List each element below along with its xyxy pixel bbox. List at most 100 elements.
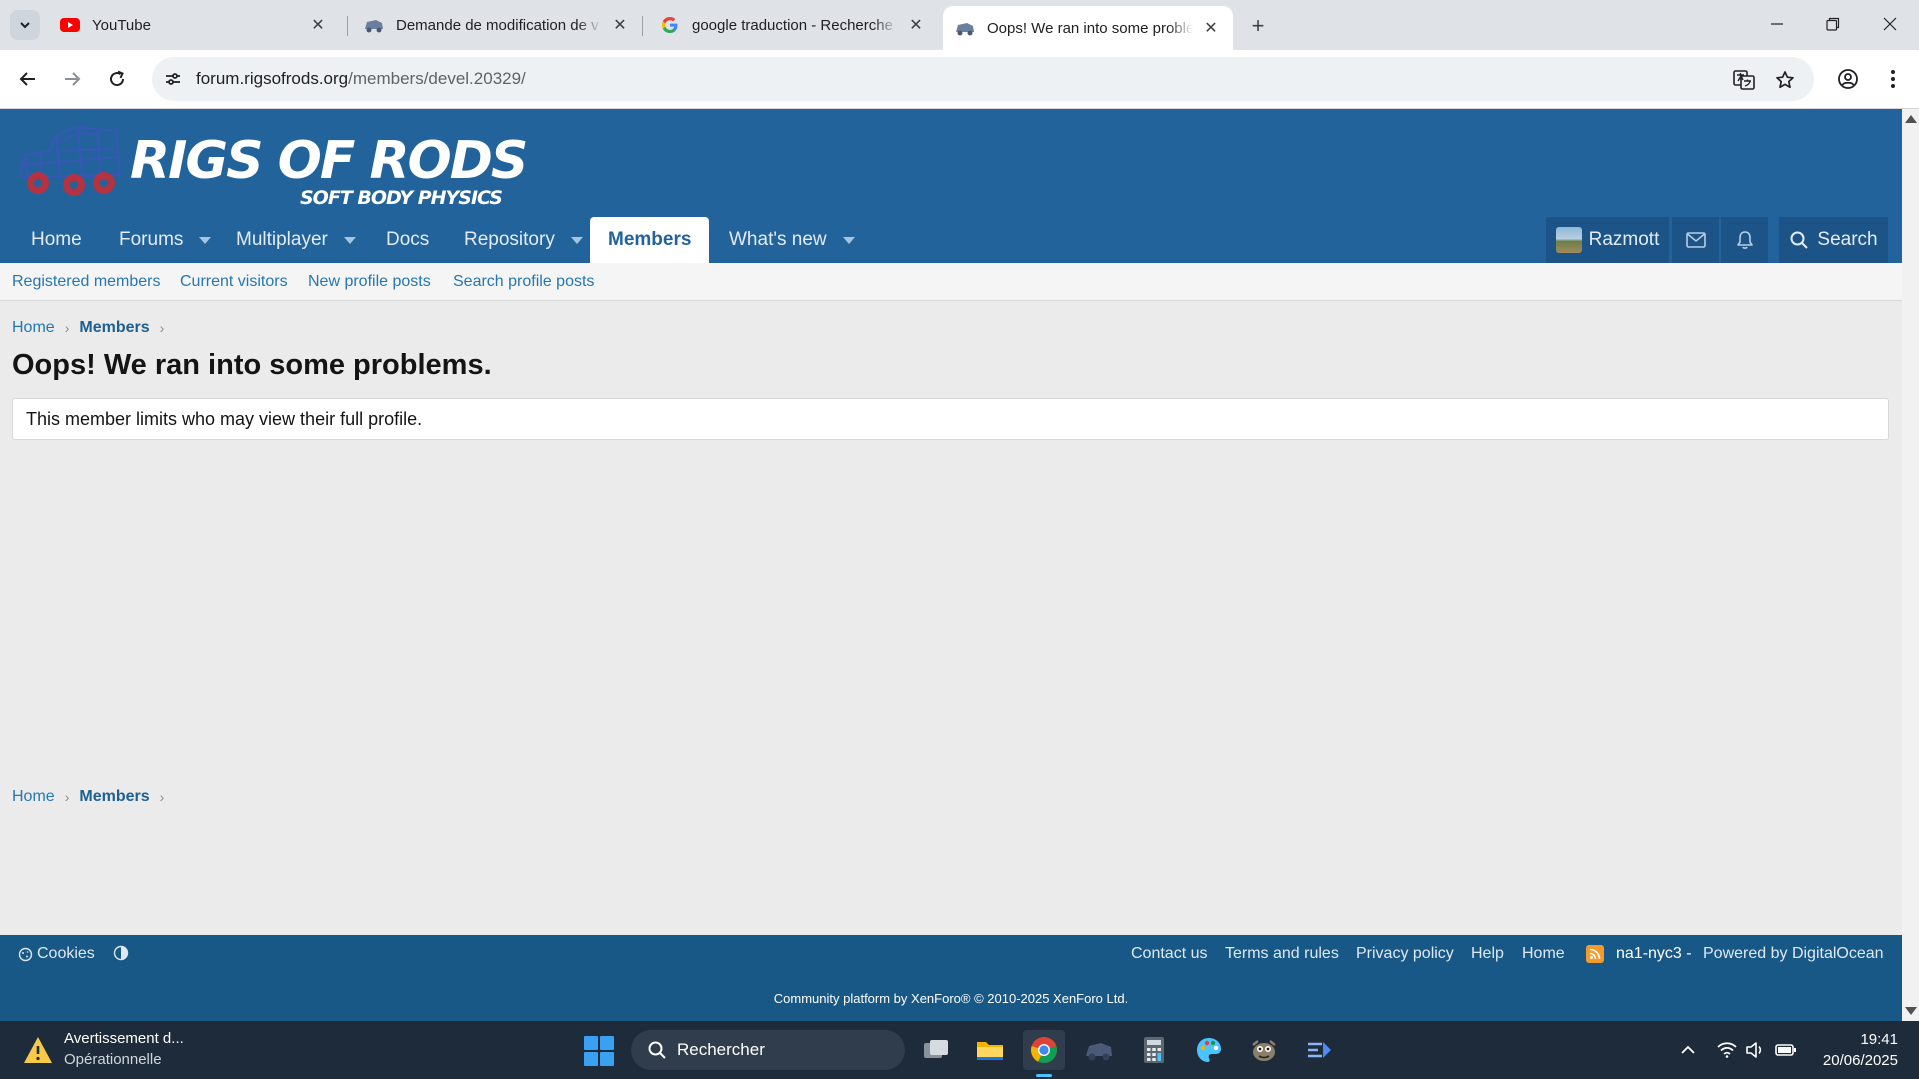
restore-window-button[interactable] [1813, 8, 1853, 40]
windows-start-button[interactable] [584, 1036, 614, 1066]
subnav-current-visitors[interactable]: Current visitors [180, 273, 288, 291]
nav-whats-new[interactable]: What's new [729, 217, 855, 263]
tab-title: YouTube [92, 16, 151, 34]
nav-home[interactable]: Home [31, 217, 82, 263]
show-hidden-icons-button[interactable] [1677, 1039, 1699, 1061]
caret-down-icon[interactable] [199, 236, 212, 244]
chrome-app[interactable] [1023, 1030, 1065, 1070]
user-menu-button[interactable]: Razmott [1546, 217, 1669, 263]
truck-logo-icon [18, 125, 122, 196]
warning-subtitle: Opérationnelle [64, 1051, 162, 1068]
footer-home[interactable]: Home [1522, 945, 1565, 963]
translate-page-icon[interactable] [1732, 68, 1756, 92]
tab-modification-request[interactable]: Demande de modification de v ✕ [352, 7, 642, 43]
subnav-registered-members[interactable]: Registered members [12, 273, 161, 291]
account-circle-icon [1838, 69, 1858, 89]
breadcrumb-members[interactable]: Members [79, 319, 149, 337]
rigs-of-rods-app[interactable] [1078, 1030, 1120, 1070]
footer-privacy-policy[interactable]: Privacy policy [1356, 945, 1454, 963]
nav-repository[interactable]: Repository [464, 217, 583, 263]
taskbar-search-box[interactable]: Rechercher [631, 1030, 905, 1070]
caret-down-icon[interactable] [570, 236, 583, 244]
subnav-new-profile-posts[interactable]: New profile posts [308, 273, 431, 291]
url-path: /members/devel.20329/ [348, 69, 526, 88]
logo-subtitle: SOFT BODY PHYSICS [300, 187, 503, 209]
battery-status[interactable] [1775, 1039, 1797, 1061]
tab-search-dropdown-button[interactable] [10, 10, 40, 40]
caret-down-icon[interactable] [842, 236, 855, 244]
site-header: RIGS OF RODS SOFT BODY PHYSICS Home Foru… [0, 109, 1902, 263]
footer-terms-and-rules[interactable]: Terms and rules [1225, 945, 1339, 963]
profile-button[interactable] [1831, 62, 1865, 96]
footer-contact-us[interactable]: Contact us [1131, 945, 1207, 963]
bookmark-star-icon[interactable] [1773, 68, 1797, 92]
back-button[interactable] [11, 62, 45, 96]
url-text[interactable]: forum.rigsofrods.org/members/devel.20329… [196, 69, 526, 89]
cookies-label: Cookies [37, 945, 95, 962]
task-view-button[interactable] [915, 1030, 957, 1070]
search-button[interactable]: Search [1779, 217, 1888, 263]
restore-icon [1826, 17, 1840, 31]
nav-forums[interactable]: Forums [119, 217, 212, 263]
scroll-up-arrow-icon[interactable] [1905, 115, 1917, 123]
address-bar[interactable]: forum.rigsofrods.org/members/devel.20329… [152, 57, 1814, 101]
palette-icon [1197, 1038, 1221, 1062]
youtube-icon [60, 15, 80, 35]
site-settings-icon[interactable] [162, 68, 184, 90]
close-window-button[interactable] [1870, 8, 1910, 40]
battery-icon [1775, 1044, 1796, 1056]
windows-logo-icon [600, 1036, 614, 1050]
nav-label: Forums [119, 229, 184, 250]
caret-down-icon[interactable] [343, 236, 356, 244]
nav-docs[interactable]: Docs [386, 217, 429, 263]
code-editor-app[interactable] [1298, 1030, 1340, 1070]
breadcrumb-home[interactable]: Home [12, 788, 55, 806]
warning-triangle-icon [24, 1037, 52, 1063]
close-tab-icon[interactable]: ✕ [906, 15, 926, 35]
close-tab-icon[interactable]: ✕ [1201, 18, 1221, 38]
tab-google-translate-search[interactable]: google traduction - Recherche ( ✕ [648, 7, 938, 43]
avatar [1555, 227, 1582, 253]
chevron-right-icon: › [159, 320, 165, 336]
site-logo[interactable]: RIGS OF RODS SOFT BODY PHYSICS [16, 119, 528, 211]
forward-button[interactable] [55, 62, 89, 96]
subnav-search-profile-posts[interactable]: Search profile posts [453, 273, 594, 291]
browser-menu-button[interactable] [1876, 62, 1910, 96]
new-tab-button[interactable]: + [1244, 12, 1272, 40]
network-status[interactable] [1716, 1039, 1738, 1061]
file-explorer-app[interactable] [969, 1030, 1011, 1070]
page-scrollbar[interactable] [1902, 109, 1919, 1021]
url-domain: forum.rigsofrods.org [196, 69, 349, 88]
style-variation-toggle[interactable] [113, 945, 129, 966]
footer-powered-by[interactable]: Powered by DigitalOcean [1703, 945, 1884, 963]
alerts-button[interactable] [1721, 217, 1768, 263]
cookies-link[interactable]: Cookies [18, 945, 95, 963]
footer-help[interactable]: Help [1471, 945, 1504, 963]
tab-oops-active[interactable]: Oops! We ran into some proble ✕ [943, 6, 1233, 50]
breadcrumb-home[interactable]: Home [12, 319, 55, 337]
chevron-up-icon [1681, 1045, 1695, 1054]
nav-multiplayer[interactable]: Multiplayer [236, 217, 356, 263]
reload-icon [110, 70, 125, 87]
rigs-of-rods-icon [364, 15, 384, 35]
paint-app[interactable] [1188, 1030, 1230, 1070]
close-tab-icon[interactable]: ✕ [610, 15, 630, 35]
minimize-window-button[interactable] [1757, 8, 1797, 40]
cookie-icon [18, 947, 33, 961]
error-message-box: This member limits who may view their fu… [12, 398, 1889, 440]
main-navigation: Home Forums Multiplayer Docs Repository … [0, 217, 1902, 263]
nav-members[interactable]: Members [590, 217, 710, 263]
arrow-left-icon [19, 72, 35, 86]
tab-youtube[interactable]: YouTube ✕ [48, 7, 340, 43]
gimp-app[interactable] [1243, 1030, 1285, 1070]
reload-button[interactable] [100, 62, 134, 96]
breadcrumb-members[interactable]: Members [79, 788, 149, 806]
close-tab-icon[interactable]: ✕ [308, 15, 328, 35]
rss-icon[interactable] [1586, 945, 1604, 963]
volume-control[interactable] [1744, 1039, 1766, 1061]
footer-copyright[interactable]: Community platform by XenForo® © 2010-20… [0, 991, 1902, 1006]
calculator-app[interactable] [1133, 1030, 1175, 1070]
scroll-down-arrow-icon[interactable] [1905, 1007, 1917, 1015]
conversations-button[interactable] [1672, 217, 1719, 263]
footer-server: na1-nyc3 - [1616, 945, 1692, 962]
